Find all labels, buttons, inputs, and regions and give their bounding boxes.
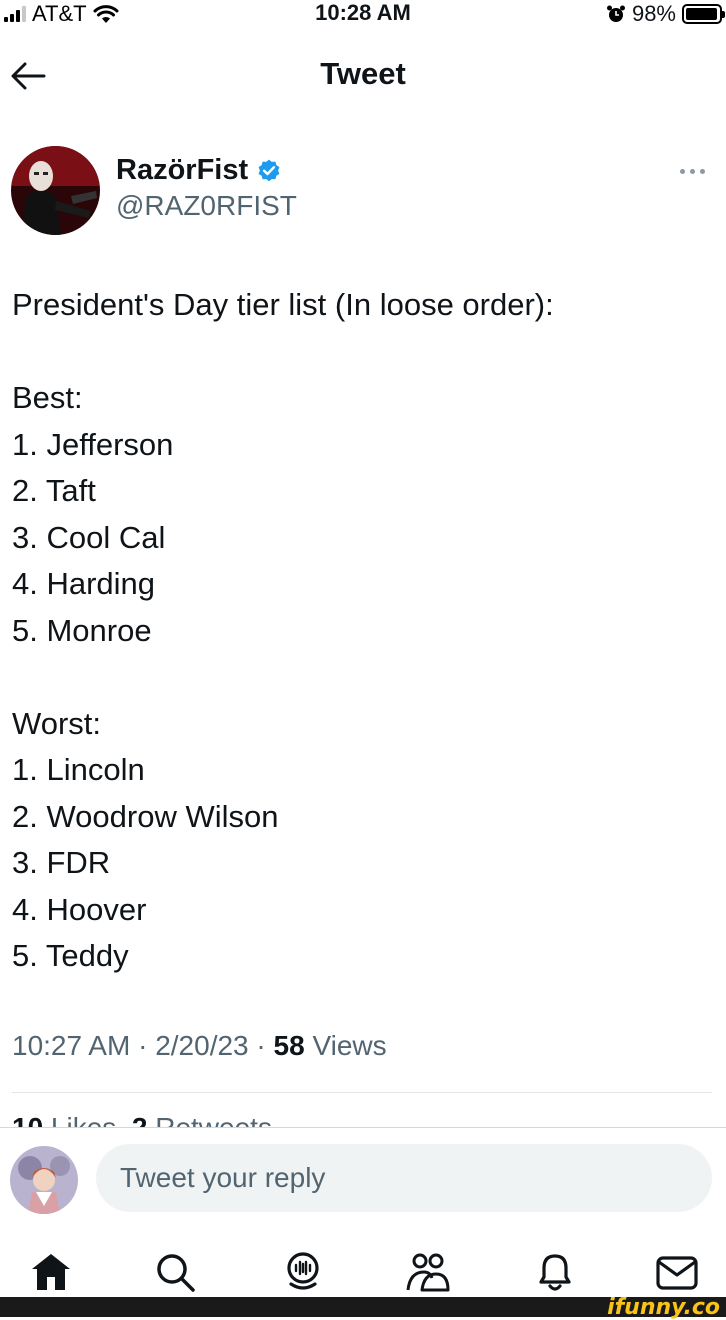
tab-spaces[interactable] bbox=[278, 1248, 328, 1296]
meta-separator: · bbox=[130, 1030, 156, 1061]
tweet-line: 1. Jefferson bbox=[12, 426, 174, 462]
tweet-line: 3. Cool Cal bbox=[12, 519, 166, 555]
tab-notifications[interactable] bbox=[530, 1248, 580, 1296]
author-avatar[interactable] bbox=[11, 146, 100, 235]
tweet-line: President's Day tier list (In loose orde… bbox=[12, 287, 554, 322]
verified-badge-icon bbox=[258, 159, 280, 181]
divider bbox=[12, 1092, 712, 1093]
user-avatar[interactable] bbox=[10, 1146, 78, 1214]
nav-bar: Tweet bbox=[0, 48, 726, 106]
more-dot bbox=[689, 168, 695, 174]
tweet-line: 5. Monroe bbox=[12, 612, 152, 648]
tweet-line: 4. Hoover bbox=[12, 891, 147, 927]
bell-icon bbox=[539, 1254, 571, 1291]
reply-bar: Tweet your reply bbox=[0, 1127, 726, 1238]
more-dot bbox=[699, 168, 705, 174]
tweet-date: 2/20/23 bbox=[155, 1030, 249, 1061]
tweet-line: 2. Woodrow Wilson bbox=[12, 798, 279, 834]
author-name-text: RazörFist bbox=[116, 154, 249, 186]
tweet-meta: 10:27 AM · 2/20/23 · 58 Views bbox=[12, 1030, 387, 1062]
tab-home[interactable] bbox=[26, 1248, 76, 1296]
watermark-bar: ifunny.co bbox=[0, 1295, 726, 1320]
alarm-icon bbox=[606, 5, 625, 22]
status-bar: AT&T 10:28 AM 98% bbox=[0, 0, 726, 28]
page-title: Tweet bbox=[320, 56, 406, 91]
tab-communities[interactable] bbox=[403, 1248, 453, 1296]
avatar-image bbox=[11, 146, 100, 235]
tweet-line: 4. Harding bbox=[12, 566, 156, 601]
tweet-text: President's Day tier list (In loose orde… bbox=[12, 282, 554, 980]
spaces-icon bbox=[287, 1252, 319, 1290]
tweet-line: 5. Teddy bbox=[12, 938, 129, 973]
tweet-line bbox=[12, 654, 554, 701]
battery-percent: 98% bbox=[631, 1, 676, 26]
tweet-line: 2. Taft bbox=[12, 473, 96, 508]
watermark-logo: ifunny.co bbox=[607, 1295, 720, 1320]
tweet-time: 10:27 AM bbox=[12, 1030, 131, 1061]
author-handle[interactable]: @RAZ0RFIST bbox=[116, 190, 297, 222]
user-avatar-image bbox=[10, 1146, 78, 1214]
home-icon bbox=[32, 1254, 70, 1290]
battery-icon bbox=[682, 4, 725, 24]
battery-fill bbox=[686, 8, 718, 20]
views-label: Views bbox=[304, 1030, 387, 1061]
meta-separator: · bbox=[248, 1030, 274, 1061]
tab-bar bbox=[0, 1248, 726, 1298]
mail-icon bbox=[656, 1256, 698, 1290]
more-button[interactable] bbox=[670, 158, 714, 184]
tweet-line: 1. Lincoln bbox=[12, 752, 145, 787]
author-name[interactable]: RazörFist bbox=[116, 154, 282, 187]
tab-messages[interactable] bbox=[652, 1248, 702, 1296]
status-right: 98% bbox=[606, 0, 725, 28]
more-horizontal-icon bbox=[679, 168, 685, 174]
search-icon bbox=[157, 1254, 195, 1292]
tweet-line: Worst: bbox=[12, 705, 101, 741]
tweet-line: Best: bbox=[12, 380, 83, 415]
views-count: 58 bbox=[273, 1030, 305, 1061]
tweet-line bbox=[12, 329, 554, 376]
reply-input[interactable]: Tweet your reply bbox=[96, 1144, 712, 1212]
communities-icon bbox=[406, 1253, 450, 1292]
tab-search[interactable] bbox=[150, 1248, 200, 1296]
tweet-line: 3. FDR bbox=[12, 845, 111, 880]
